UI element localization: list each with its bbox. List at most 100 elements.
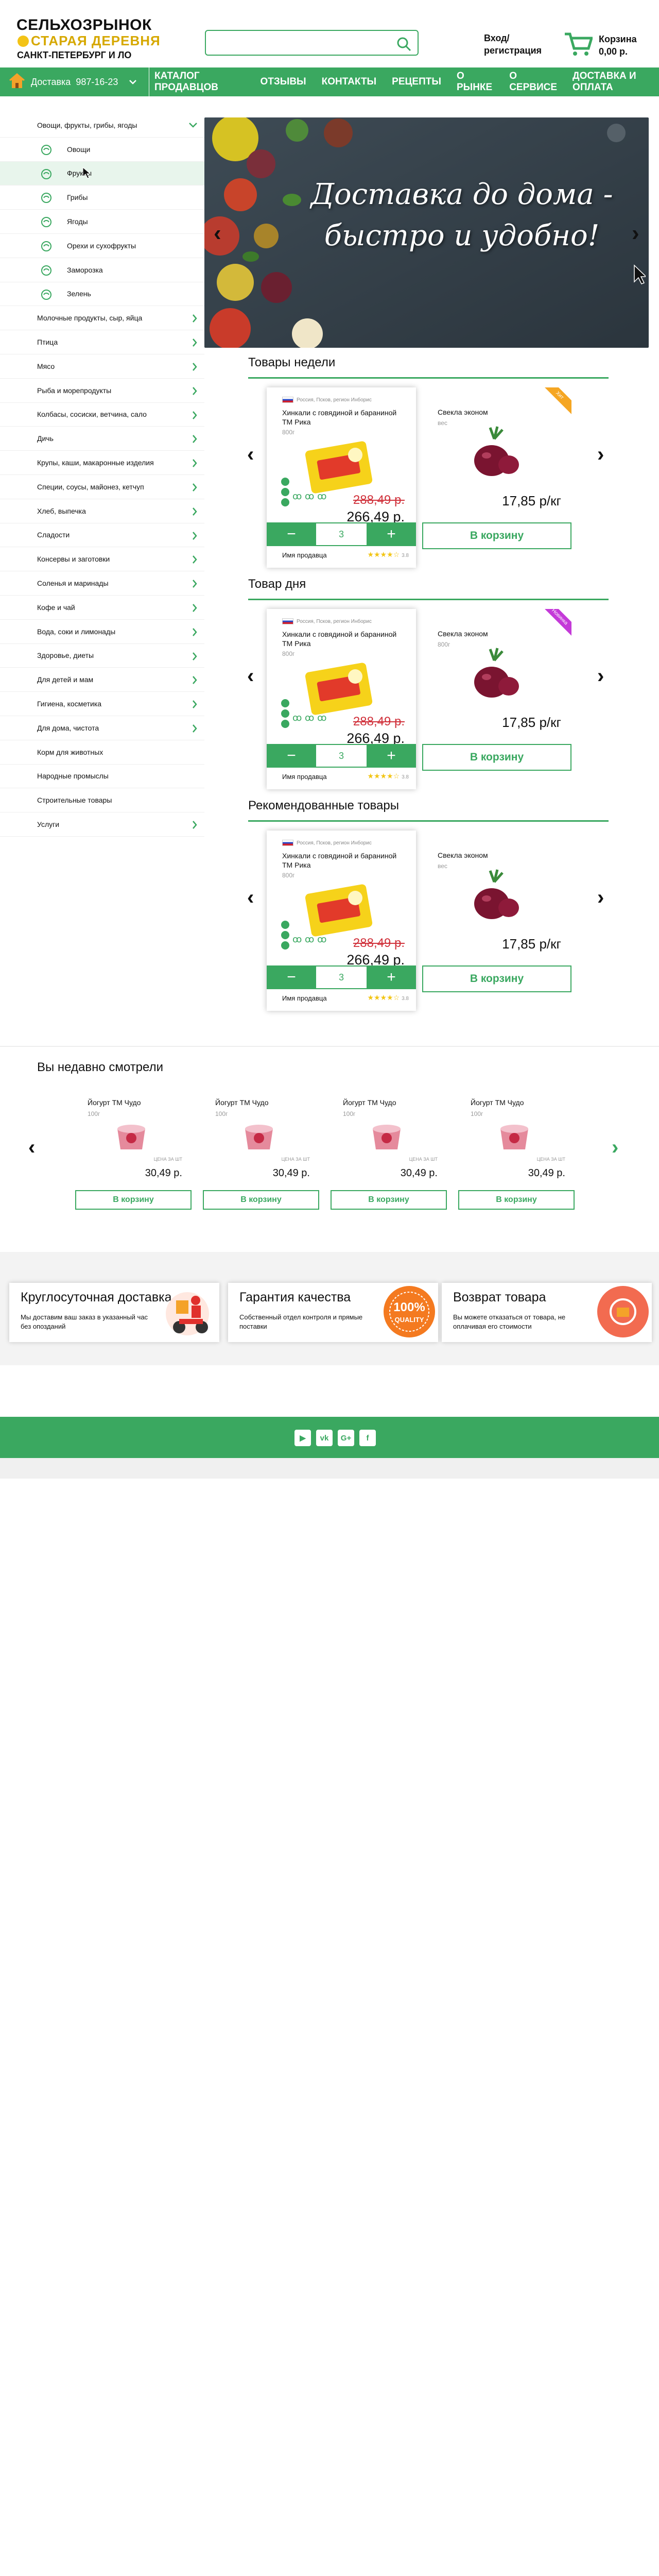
sidebar-category[interactable]: Для дома, чистота <box>0 716 204 740</box>
product-card[interactable]: Россия, Псков, регион Инборис Хинкали с г… <box>267 387 416 568</box>
product-name[interactable]: Свекла эконом <box>438 630 488 638</box>
sidebar-subitem[interactable]: Овощи <box>0 138 204 162</box>
sidebar-subitem[interactable]: Ягоды <box>0 210 204 234</box>
banner-next-arrow[interactable]: › <box>632 221 639 246</box>
sidebar-category[interactable]: Корм для животных <box>0 740 204 765</box>
product-card-secondary[interactable]: Хит Свекла эконом вес 17,85 р/кг В корзину <box>422 387 571 568</box>
add-to-cart-button[interactable]: В корзину <box>203 1190 319 1210</box>
sidebar-category[interactable]: Услуги <box>0 812 204 837</box>
recent-item-name[interactable]: Йогурт ТМ Чудо <box>215 1098 269 1107</box>
recent-item[interactable]: Йогурт ТМ Чудо 100г ЦЕНА ЗА ШТ 30,49 р. В ко… <box>455 1092 576 1216</box>
quantity-minus-button[interactable]: − <box>267 744 316 768</box>
seller-name[interactable]: Имя продавца <box>282 773 327 781</box>
logo-subtitle[interactable]: СТАРАЯ ДЕРЕВНЯ <box>18 33 161 49</box>
section-next-arrow[interactable]: › <box>597 443 604 466</box>
beet-image[interactable] <box>463 867 525 931</box>
quantity-minus-button[interactable]: − <box>267 965 316 989</box>
product-name[interactable]: Хинкали с говядиной и бараниной ТМ Рика <box>282 408 401 427</box>
sidebar-category[interactable]: Птица <box>0 330 204 354</box>
sidebar-category[interactable]: Соленья и маринады <box>0 571 204 596</box>
sidebar-category[interactable]: Хлеб, выпечка <box>0 499 204 523</box>
googleplus-icon[interactable]: G+ <box>338 1430 354 1446</box>
sidebar-subitem[interactable]: Орехи и сухофрукты <box>0 234 204 258</box>
add-to-cart-button[interactable]: В корзину <box>422 522 571 549</box>
nav-item[interactable]: ОТЗЫВЫ <box>260 76 306 88</box>
recent-item-name[interactable]: Йогурт ТМ Чудо <box>88 1098 141 1107</box>
quantity-value[interactable]: 3 <box>316 744 367 768</box>
section-prev-arrow[interactable]: ‹ <box>247 665 254 688</box>
product-name[interactable]: Свекла эконом <box>438 408 488 416</box>
delivery-dropdown[interactable]: Доставка 987-16-23 <box>0 67 149 96</box>
quantity-plus-button[interactable]: + <box>367 522 416 546</box>
sidebar-category[interactable]: Консервы и заготовки <box>0 547 204 572</box>
product-name[interactable]: Хинкали с говядиной и бараниной ТМ Рика <box>282 630 401 648</box>
recent-item[interactable]: Йогурт ТМ Чудо 100г ЦЕНА ЗА ШТ 30,49 р. В ко… <box>327 1092 448 1216</box>
youtube-icon[interactable]: ▶ <box>294 1430 311 1446</box>
seller-name[interactable]: Имя продавца <box>282 994 327 1002</box>
product-card[interactable]: Россия, Псков, регион Инборис Хинкали с г… <box>267 609 416 789</box>
sidebar-subitem[interactable]: Грибы <box>0 185 204 210</box>
product-card[interactable]: Россия, Псков, регион Инборис Хинкали с г… <box>267 831 416 1011</box>
add-to-cart-button[interactable]: В корзину <box>331 1190 447 1210</box>
sidebar-subitem[interactable]: Фрукты <box>0 161 204 186</box>
sidebar-category[interactable]: Для детей и мам <box>0 668 204 692</box>
nav-item[interactable]: О СЕРВИСЕ <box>509 71 557 93</box>
sidebar-subitem[interactable]: Зелень <box>0 282 204 307</box>
product-name[interactable]: Свекла эконом <box>438 851 488 859</box>
nav-item[interactable]: РЕЦЕПТЫ <box>392 76 441 88</box>
banner-prev-arrow[interactable]: ‹ <box>214 221 221 246</box>
recent-item[interactable]: Йогурт ТМ Чудо 100г ЦЕНА ЗА ШТ 30,49 р. В ко… <box>72 1092 193 1216</box>
sidebar-category[interactable]: Здоровье, диеты <box>0 644 204 668</box>
cart-button[interactable]: Корзина 0,00 р. <box>564 31 637 59</box>
add-to-cart-button[interactable]: В корзину <box>422 965 571 992</box>
product-card-secondary[interactable]: Новинка Свекла эконом 800г 17,85 р/кг В корз… <box>422 609 571 789</box>
beet-image[interactable] <box>463 423 525 488</box>
recent-item-name[interactable]: Йогурт ТМ Чудо <box>343 1098 396 1107</box>
sidebar-category[interactable]: Сладости <box>0 523 204 548</box>
section-prev-arrow[interactable]: ‹ <box>247 886 254 909</box>
product-image[interactable] <box>298 436 380 498</box>
sidebar-category[interactable]: Гигиена, косметика <box>0 692 204 716</box>
product-name[interactable]: Хинкали с говядиной и бараниной ТМ Рика <box>282 851 401 870</box>
recent-item-name[interactable]: Йогурт ТМ Чудо <box>471 1098 524 1107</box>
sidebar-category[interactable]: Мясо <box>0 354 204 379</box>
product-image[interactable] <box>298 879 380 941</box>
search-input[interactable] <box>206 31 391 54</box>
add-to-cart-button[interactable]: В корзину <box>458 1190 575 1210</box>
facebook-icon[interactable]: f <box>359 1430 376 1446</box>
sidebar-subitem[interactable]: Заморозка <box>0 258 204 282</box>
quantity-value[interactable]: 3 <box>316 965 367 989</box>
nav-item[interactable]: О РЫНКЕ <box>457 71 494 93</box>
sidebar-category[interactable]: Народные промыслы <box>0 765 204 789</box>
beet-image[interactable] <box>463 645 525 709</box>
section-next-arrow[interactable]: › <box>597 886 604 909</box>
sidebar-category[interactable]: Колбасы, сосиски, ветчина, сало <box>0 403 204 427</box>
product-card-secondary[interactable]: Свекла эконом вес 17,85 р/кг В корзину <box>422 831 571 1011</box>
section-next-arrow[interactable]: › <box>597 665 604 688</box>
sidebar-item-top[interactable]: Овощи, фрукты, грибы, ягоды <box>0 113 204 138</box>
region-label[interactable]: САНКТ-ПЕТЕРБУРГ И ЛО <box>17 50 131 61</box>
sidebar-category[interactable]: Специи, соусы, майонез, кетчуп <box>0 475 204 499</box>
recent-item[interactable]: Йогурт ТМ Чудо 100г ЦЕНА ЗА ШТ 30,49 р. В ко… <box>200 1092 320 1216</box>
sidebar-category[interactable]: Крупы, каши, макаронные изделия <box>0 451 204 475</box>
quantity-value[interactable]: 3 <box>316 522 367 546</box>
section-prev-arrow[interactable]: ‹ <box>247 443 254 466</box>
nav-item[interactable]: КАТАЛОГ ПРОДАВЦОВ <box>154 71 245 93</box>
sidebar-category[interactable]: Рыба и морепродукты <box>0 379 204 403</box>
sidebar-category[interactable]: Вода, соки и лимонады <box>0 620 204 644</box>
search-icon[interactable] <box>396 36 411 54</box>
sidebar-category[interactable]: Строительные товары <box>0 788 204 813</box>
recent-next-arrow[interactable]: › <box>612 1136 618 1159</box>
quantity-minus-button[interactable]: − <box>267 522 316 546</box>
product-image[interactable] <box>298 658 380 720</box>
sidebar-category[interactable]: Молочные продукты, сыр, яйца <box>0 306 204 331</box>
nav-item[interactable]: ДОСТАВКА И ОПЛАТА <box>573 71 659 93</box>
quantity-plus-button[interactable]: + <box>367 965 416 989</box>
nav-item[interactable]: КОНТАКТЫ <box>322 76 377 88</box>
sidebar-category[interactable]: Кофе и чай <box>0 596 204 620</box>
add-to-cart-button[interactable]: В корзину <box>75 1190 192 1210</box>
seller-name[interactable]: Имя продавца <box>282 551 327 559</box>
add-to-cart-button[interactable]: В корзину <box>422 744 571 771</box>
login-link[interactable]: Вход/ регистрация <box>484 32 561 57</box>
vk-icon[interactable]: vk <box>316 1430 333 1446</box>
